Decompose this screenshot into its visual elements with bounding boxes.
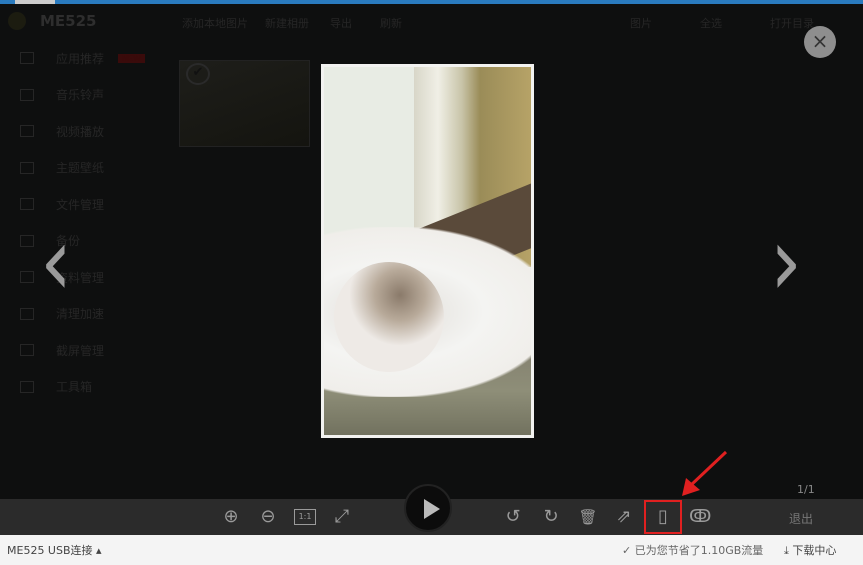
new-badge: NEW	[118, 53, 145, 63]
title-bar	[0, 0, 863, 4]
open-dir-button[interactable]: 打开目录	[770, 15, 814, 31]
contacts-icon	[20, 271, 34, 284]
device-logo-icon	[8, 12, 26, 30]
status-bar: ME525 USB连接 ▴ ✓ 已为您节省了1.10GB流量 ⤓ 下载中心	[0, 535, 863, 565]
delete-icon[interactable]: 🗑	[577, 506, 599, 528]
apps-icon	[20, 52, 34, 65]
app-title: ME525	[40, 12, 97, 30]
annotation-arrow-icon	[682, 450, 728, 496]
image-counter: 1/1	[797, 483, 815, 496]
sidebar-item[interactable]: 清理加速	[20, 296, 145, 333]
checkmark-icon[interactable]: ✔	[186, 63, 210, 85]
highlight-box	[644, 500, 682, 534]
folder-icon	[20, 198, 34, 211]
exit-button[interactable]: 退出	[789, 510, 813, 527]
backup-icon	[20, 234, 34, 247]
screenshot-icon	[20, 344, 34, 357]
sidebar-item-label: 视频播放	[56, 124, 105, 139]
sidebar-item[interactable]: 视频播放	[20, 113, 145, 150]
weibo-icon[interactable]: ↂ	[689, 506, 711, 528]
images-tab[interactable]: 图片	[630, 15, 652, 31]
video-icon	[20, 125, 34, 138]
sidebar-item[interactable]: 音乐铃声	[20, 77, 145, 114]
share-icon[interactable]: ⇗	[613, 506, 635, 528]
sidebar-item[interactable]: 应用推荐 NEW	[20, 40, 145, 77]
add-local-images-button[interactable]: 添加本地图片	[182, 15, 248, 31]
music-icon	[20, 88, 34, 101]
sidebar-item-label: 应用推荐	[56, 51, 105, 66]
new-album-button[interactable]: 新建相册	[265, 15, 309, 31]
traffic-saved: ✓ 已为您节省了1.10GB流量	[622, 544, 764, 557]
refresh-button[interactable]: 刷新	[380, 15, 402, 31]
window-tab[interactable]	[15, 0, 55, 4]
clean-icon	[20, 307, 34, 320]
photo-thumbnail[interactable]: ✔	[179, 60, 310, 147]
previous-arrow-icon[interactable]: ‹	[40, 206, 72, 318]
next-arrow-icon[interactable]: ›	[770, 206, 802, 318]
zoom-in-icon[interactable]: ⊕	[220, 506, 242, 528]
sidebar-item[interactable]: 备份	[20, 223, 145, 260]
actual-size-icon[interactable]: 1:1	[294, 509, 316, 525]
rotate-right-icon[interactable]: ↻	[540, 506, 562, 528]
photo-preview	[321, 64, 534, 438]
sidebar-item-label: 音乐铃声	[56, 88, 105, 103]
download-center-button[interactable]: ⤓ 下载中心	[784, 542, 836, 558]
play-slideshow-button[interactable]	[404, 484, 452, 532]
export-button[interactable]: 导出	[330, 15, 352, 31]
sidebar-item[interactable]: 资料管理	[20, 259, 145, 296]
fullscreen-icon[interactable]: ⤢	[331, 506, 353, 528]
sidebar-item[interactable]: 主题壁纸	[20, 150, 145, 187]
rotate-left-icon[interactable]: ↺	[502, 506, 524, 528]
toolbox-icon	[20, 380, 34, 393]
sidebar-item-label: 主题壁纸	[56, 161, 105, 176]
close-button[interactable]: ×	[804, 26, 836, 58]
sidebar: 应用推荐 NEW 音乐铃声 视频播放 主题壁纸 文件管理 备份 资料管理 清理加速…	[20, 40, 145, 405]
sidebar-item-label: 截屏管理	[56, 343, 105, 358]
device-connection[interactable]: ME525 USB连接 ▴	[7, 542, 102, 558]
sidebar-item-label: 工具箱	[56, 380, 93, 395]
select-all-button[interactable]: 全选	[700, 15, 722, 31]
sidebar-item[interactable]: 截屏管理	[20, 332, 145, 369]
wallpaper-icon	[20, 161, 34, 174]
sidebar-item[interactable]: 工具箱	[20, 369, 145, 406]
sidebar-item[interactable]: 文件管理	[20, 186, 145, 223]
zoom-out-icon[interactable]: ⊖	[257, 506, 279, 528]
